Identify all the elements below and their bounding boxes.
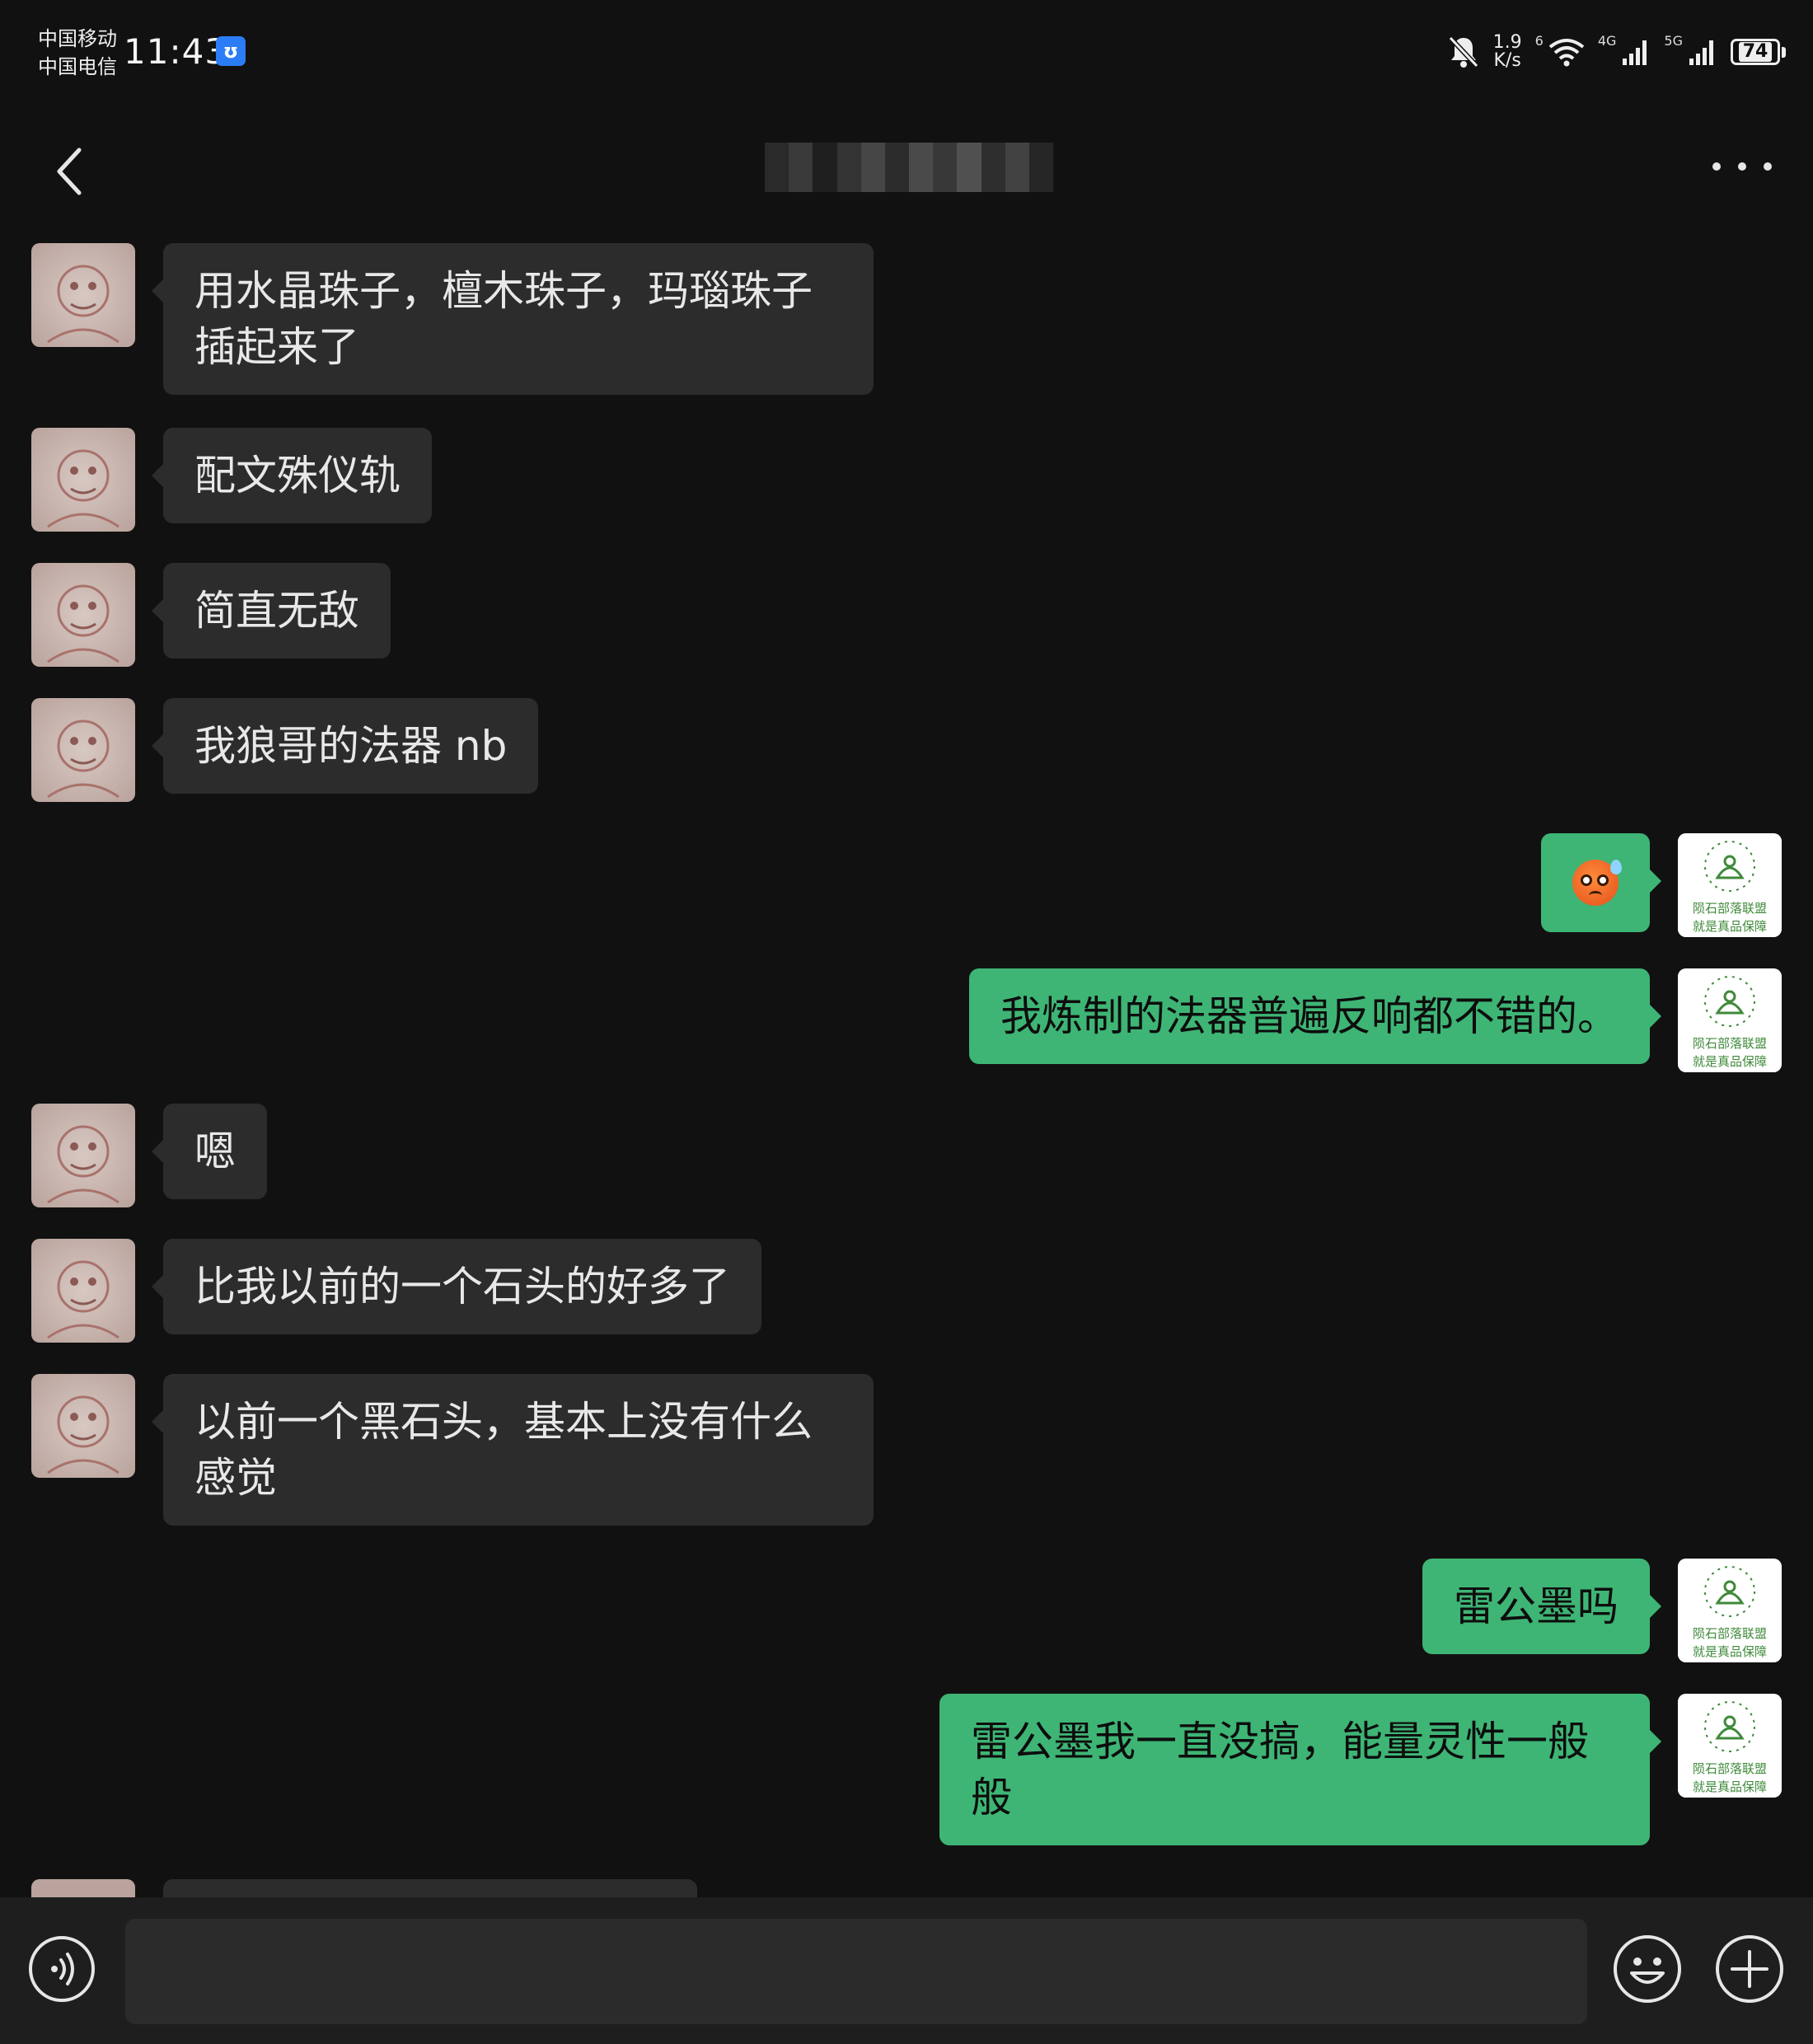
svg-text:就是真品保障: 就是真品保障 xyxy=(1693,1054,1767,1069)
smiley-icon[interactable] xyxy=(1612,1934,1683,2004)
plus-icon[interactable] xyxy=(1714,1934,1785,2004)
outgoing-message[interactable]: 雷公墨我一直没搞，能量灵性一般般 xyxy=(939,1694,1661,1845)
status-icons: 1.9 K/s 6 4G 5G 74 xyxy=(1447,30,1786,74)
incoming-message[interactable]: 简直无敌 xyxy=(152,563,391,659)
self-avatar[interactable]: 陨石部落联盟 就是真品保障 xyxy=(1678,1694,1782,1798)
outgoing-message[interactable]: 我炼制的法器普遍反响都不错的。 xyxy=(969,968,1661,1064)
self-avatar[interactable]: 陨石部落联盟 就是真品保障 xyxy=(1678,1559,1782,1662)
outgoing-emoji-message[interactable] xyxy=(1541,833,1661,932)
chat-input-bar xyxy=(0,1897,1813,2044)
contact-avatar[interactable] xyxy=(31,1104,135,1207)
self-avatar[interactable]: 陨石部落联盟 就是真品保障 xyxy=(1678,968,1782,1072)
signal-bars-icon xyxy=(1623,40,1647,65)
signal-bars-icon xyxy=(1689,40,1713,65)
app-notification-icon: ʊ xyxy=(216,36,246,66)
self-avatar[interactable]: 陨石部落联盟 就是真品保障 xyxy=(1678,833,1782,937)
svg-text:陨石部落联盟: 陨石部落联盟 xyxy=(1693,1626,1767,1641)
contact-avatar[interactable] xyxy=(31,428,135,532)
signal-2-tag: 5G xyxy=(1664,33,1683,49)
more-dots-icon[interactable] xyxy=(1712,157,1772,176)
incoming-message[interactable]: 用水晶珠子，檀木珠子，玛瑙珠子插起来了 xyxy=(152,243,874,395)
wifi-icon xyxy=(1548,39,1585,67)
message-input[interactable] xyxy=(125,1919,1587,2024)
svg-text:就是真品保障: 就是真品保障 xyxy=(1693,919,1767,934)
chevron-left-icon[interactable] xyxy=(48,138,97,204)
battery-level: 74 xyxy=(1738,42,1773,62)
contact-avatar[interactable] xyxy=(31,1374,135,1478)
incoming-message-cutoff xyxy=(163,1879,697,1897)
contact-avatar[interactable] xyxy=(31,1239,135,1343)
incoming-message[interactable]: 配文殊仪轨 xyxy=(152,428,432,523)
chat-header xyxy=(0,115,1813,223)
contact-avatar xyxy=(31,1879,135,1897)
svg-text:陨石部落联盟: 陨石部落联盟 xyxy=(1693,1036,1767,1051)
svg-text:陨石部落联盟: 陨石部落联盟 xyxy=(1693,901,1767,916)
contact-avatar[interactable] xyxy=(31,698,135,802)
bell-off-icon xyxy=(1448,35,1478,68)
anxious-sweat-face-icon xyxy=(1572,860,1622,906)
carrier-1: 中国移动 xyxy=(38,27,117,50)
carrier-names: 中国移动 中国电信 xyxy=(38,25,117,81)
voice-icon[interactable] xyxy=(28,1935,96,2003)
svg-text:就是真品保障: 就是真品保障 xyxy=(1693,1644,1767,1659)
signal-1-tag: 4G xyxy=(1597,33,1617,49)
status-time: 11:43 xyxy=(124,31,228,72)
network-speed: 1.9 K/s xyxy=(1492,32,1522,71)
outgoing-message[interactable]: 雷公墨吗 xyxy=(1422,1559,1661,1654)
incoming-message[interactable]: 以前一个黑石头，基本上没有什么感觉 xyxy=(152,1374,874,1526)
chat-title-pixelated xyxy=(765,143,1054,192)
incoming-message[interactable]: 我狼哥的法器 nb xyxy=(151,698,539,794)
wifi-tag: 6 xyxy=(1534,33,1544,49)
contact-avatar[interactable] xyxy=(31,243,135,347)
battery-icon: 74 xyxy=(1731,39,1786,65)
contact-avatar[interactable] xyxy=(31,563,135,667)
incoming-message[interactable]: 比我以前的一个石头的好多了 xyxy=(152,1239,761,1334)
status-bar: 中国移动 中国电信 11:43 ʊ 1.9 K/s 6 4G 5G 74 xyxy=(0,0,1813,99)
svg-text:就是真品保障: 就是真品保障 xyxy=(1693,1779,1767,1794)
incoming-message[interactable]: 嗯 xyxy=(152,1104,267,1199)
carrier-2: 中国电信 xyxy=(38,55,117,78)
svg-text:陨石部落联盟: 陨石部落联盟 xyxy=(1693,1761,1767,1776)
